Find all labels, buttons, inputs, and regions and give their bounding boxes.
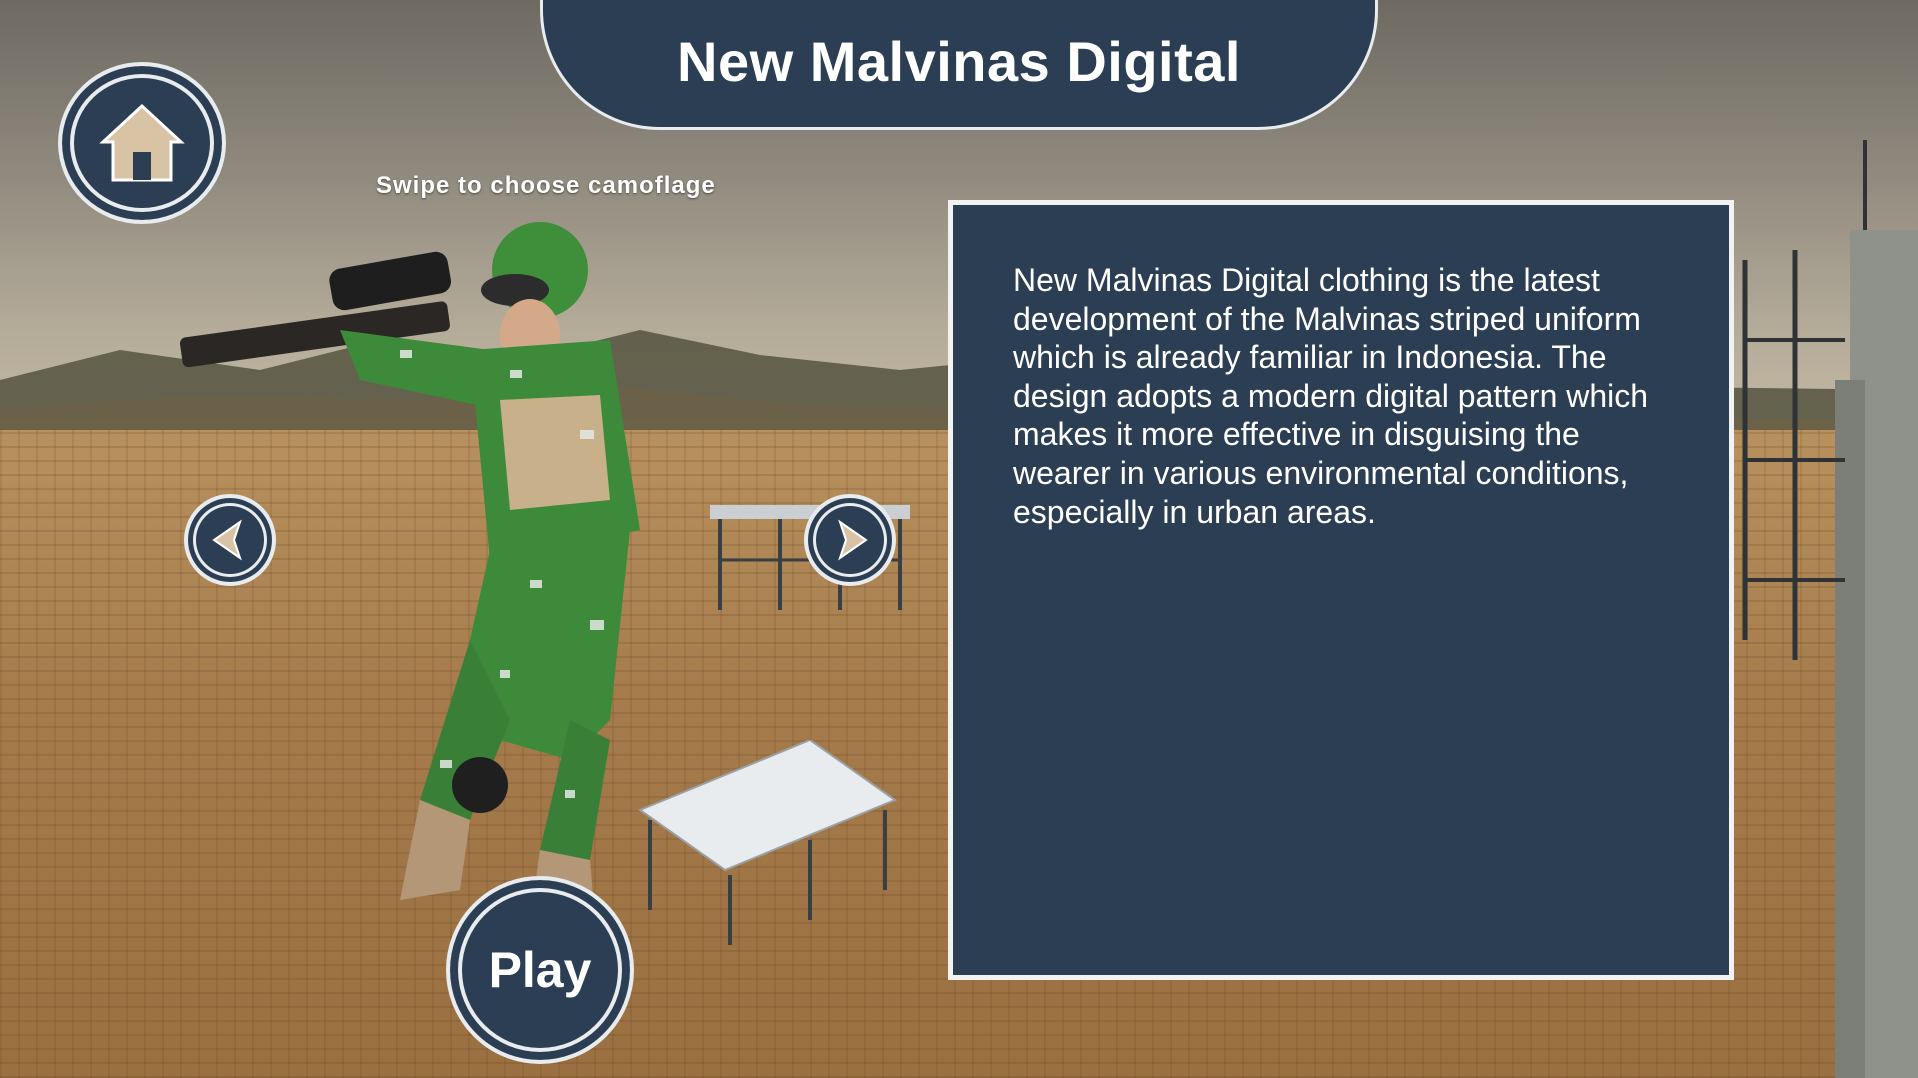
description-panel: New Malvinas Digital clothing is the lat…: [948, 200, 1734, 980]
chevron-left-icon: [212, 519, 242, 561]
home-icon: [99, 103, 185, 182]
next-camo-button[interactable]: [804, 494, 896, 586]
home-button[interactable]: [58, 62, 226, 224]
title-banner: New Malvinas Digital: [540, 0, 1378, 130]
previous-camo-button[interactable]: [184, 494, 276, 586]
swipe-hint: Swipe to choose camoflage: [376, 172, 716, 199]
play-label: Play: [488, 942, 592, 998]
right-tower: [1742, 140, 1918, 1078]
chevron-right-icon: [838, 519, 868, 561]
camo-description: New Malvinas Digital clothing is the lat…: [1013, 262, 1649, 530]
page-title: New Malvinas Digital: [677, 30, 1241, 93]
play-button[interactable]: Play: [446, 876, 634, 1064]
